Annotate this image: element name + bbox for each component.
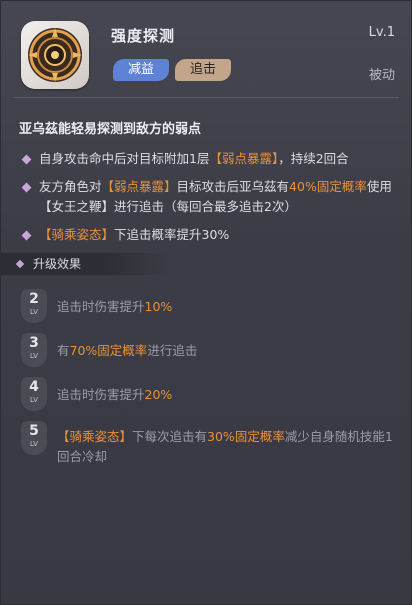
- effect-line-1: 自身攻击命中后对目标附加1层【弱点暴露】，持续2回合: [19, 149, 393, 169]
- level-number: 3: [29, 335, 39, 351]
- upgrade-item-lv3: 3 LV 有70%固定概率进行追击: [1, 333, 411, 377]
- diamond-bullet-icon: [15, 259, 25, 269]
- effect-text: 目标攻击后亚乌茲有: [176, 179, 290, 194]
- skill-tags: 减益 追击: [113, 59, 232, 81]
- skill-description: 亚乌茲能轻易探测到敌方的弱点 自身攻击命中后对目标附加1层【弱点暴露】，持续2回…: [1, 98, 411, 245]
- upgrade-item-lv5: 5 LV 【骑乘姿态】下每次追击有30%固定概率减少自身随机技能1回合冷却: [1, 421, 411, 481]
- level-number: 5: [29, 423, 39, 439]
- upgrade-value: 20%: [144, 387, 173, 402]
- effect-text: 下追击概率提升30%: [114, 227, 230, 242]
- upgrade-text: 追击时伤害提升: [57, 387, 145, 402]
- level-suffix: LV: [30, 440, 38, 448]
- keyword-weakness-exposed[interactable]: 【弱点暴露】: [209, 151, 278, 166]
- effect-text: 友方角色对: [39, 179, 102, 194]
- description-title: 亚乌茲能轻易探测到敌方的弱点: [19, 122, 202, 137]
- level-number: 4: [29, 379, 39, 395]
- upgrade-text: 有: [57, 343, 70, 358]
- level-badge: 2 LV: [21, 289, 47, 323]
- diamond-bullet-icon: [21, 154, 32, 165]
- level-number: 2: [29, 291, 39, 307]
- skill-type: 被动: [368, 68, 395, 83]
- keyword-riding-stance[interactable]: 【骑乘姿态】: [57, 429, 132, 444]
- upgrade-text: 下每次追击有: [132, 429, 208, 444]
- upgrade-value: 70%固定概率: [69, 343, 148, 358]
- level-suffix: LV: [30, 352, 38, 360]
- skill-target-icon: [21, 21, 89, 89]
- upgrade-item-lv4: 4 LV 追击时伤害提升20%: [1, 377, 411, 421]
- level-badge: 3 LV: [21, 333, 47, 367]
- upgrade-value: 30%固定概率: [207, 429, 285, 444]
- tag-debuff: 减益: [113, 59, 170, 81]
- upgrade-item-lv2: 2 LV 追击时伤害提升10%: [1, 289, 411, 333]
- effect-line-2: 友方角色对【弱点暴露】目标攻击后亚乌茲有40%固定概率使用【女王之鞭】进行追击（…: [19, 177, 393, 217]
- effect-line-3: 【骑乘姿态】下追击概率提升30%: [19, 225, 393, 245]
- level-suffix: LV: [30, 396, 38, 404]
- fixed-chance-value: 40%固定概率: [289, 179, 367, 194]
- diamond-bullet-icon: [21, 230, 32, 241]
- skill-name: 强度探测: [111, 27, 176, 45]
- level-badge: 5 LV: [21, 421, 47, 455]
- upgrade-text: 进行追击: [147, 343, 198, 358]
- upgrade-effects-heading: 升级效果: [1, 253, 171, 275]
- level-badge: 4 LV: [21, 377, 47, 411]
- upgrade-value: 10%: [144, 299, 173, 314]
- upgrade-text: 追击时伤害提升: [57, 299, 145, 314]
- diamond-bullet-icon: [21, 182, 32, 193]
- effect-text: ，持续2回合: [278, 151, 349, 166]
- level-suffix: LV: [30, 308, 38, 316]
- skill-detail-panel: 强度探测 Lv.1 减益 追击 被动 亚乌茲能轻易探测到敌方的弱点 自身攻击命中…: [0, 0, 412, 605]
- upgrade-heading-label: 升级效果: [33, 257, 82, 271]
- skill-header: 强度探测 Lv.1 减益 追击 被动: [1, 1, 411, 97]
- skill-level: Lv.1: [368, 25, 395, 40]
- effect-text: 自身攻击命中后对目标附加1层: [39, 151, 210, 166]
- tag-follow-up: 追击: [175, 59, 232, 81]
- keyword-weakness-exposed[interactable]: 【弱点暴露】: [102, 179, 177, 194]
- keyword-riding-stance[interactable]: 【骑乘姿态】: [39, 227, 114, 242]
